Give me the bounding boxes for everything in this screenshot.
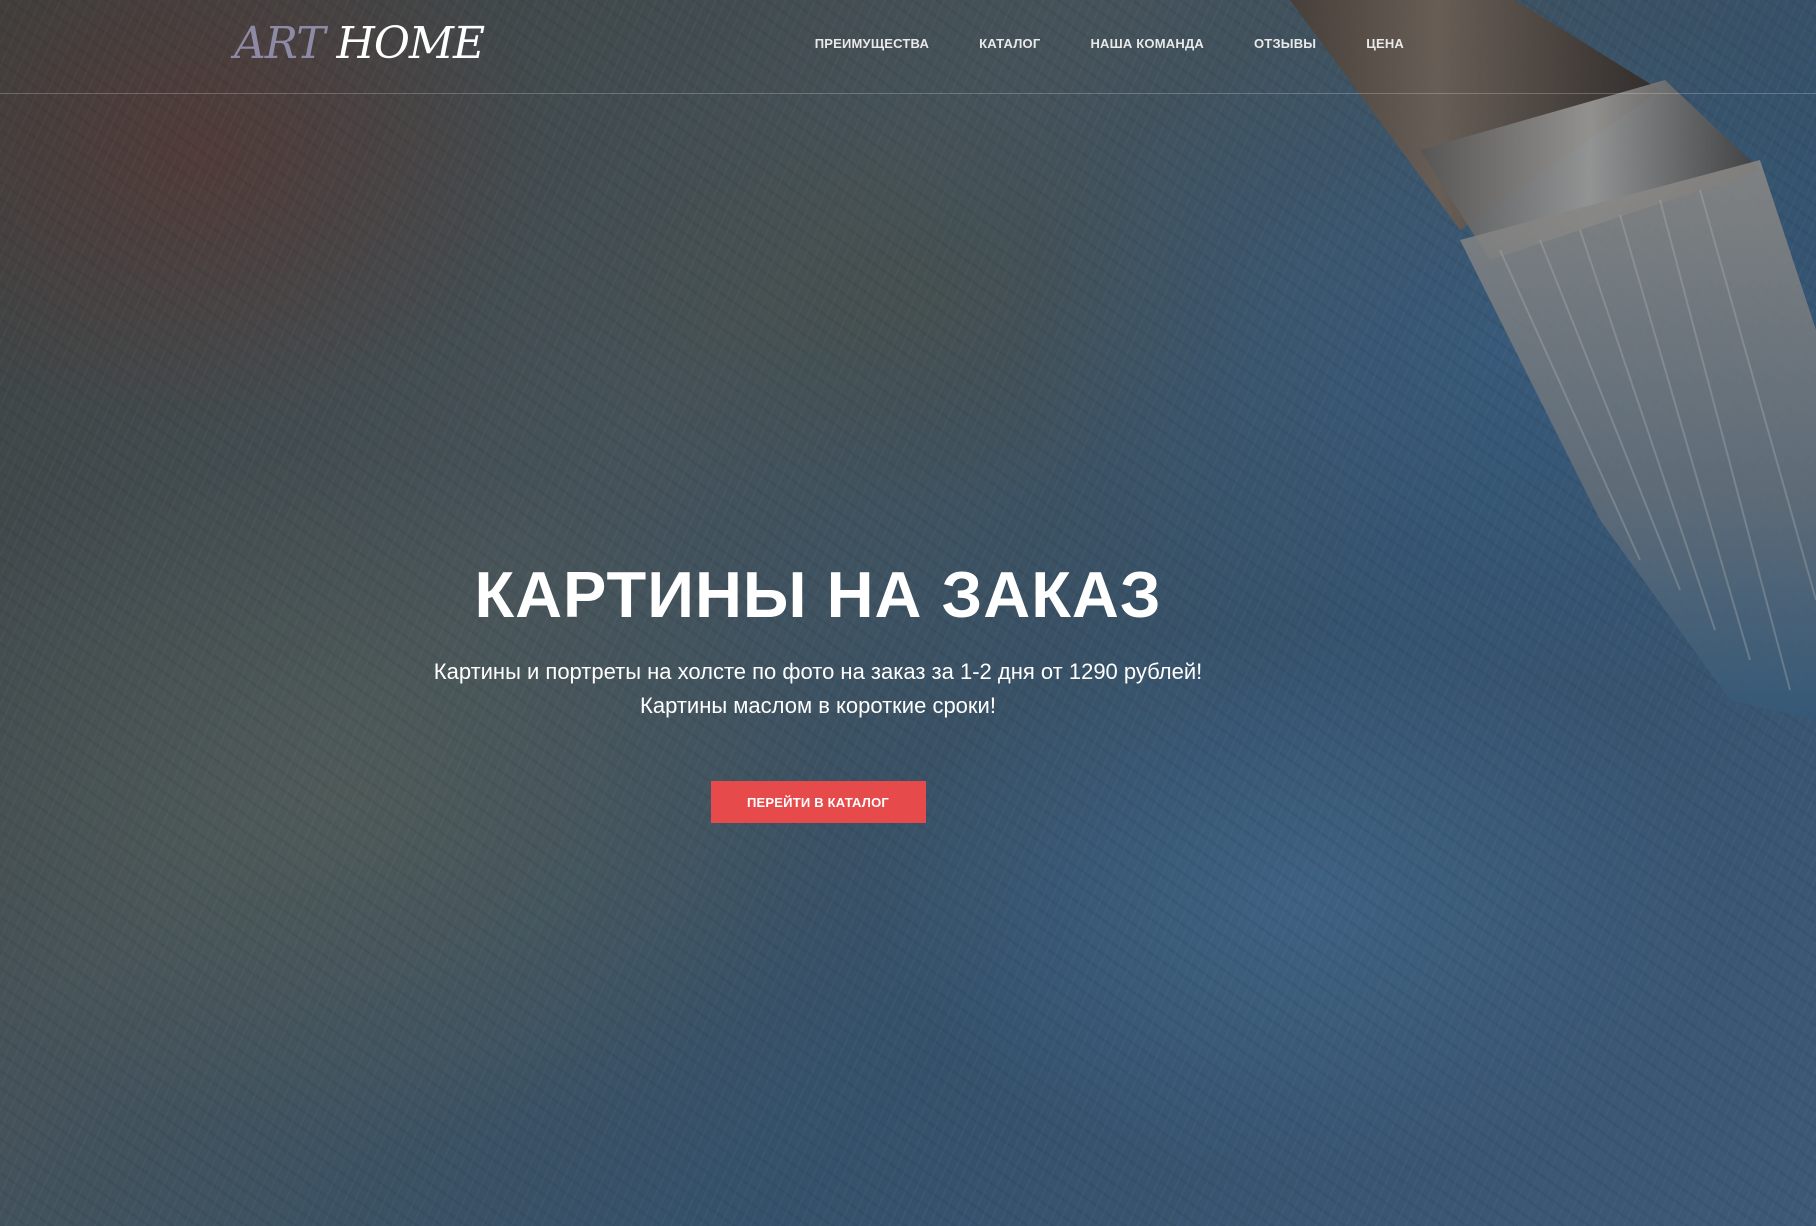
hero-title: КАРТИНЫ НА ЗАКАЗ: [474, 558, 1162, 631]
logo[interactable]: ART HOME: [234, 16, 485, 72]
go-to-catalog-button[interactable]: ПЕРЕЙТИ В КАТАЛОГ: [710, 781, 926, 823]
hero-subtitle-line-2: Картины маслом в короткие сроки!: [640, 693, 996, 718]
top-navigation-bar: ART HOME ПРЕИМУЩЕСТВА КАТАЛОГ НАША КОМАНД…: [0, 0, 1816, 94]
nav-item-advantages[interactable]: ПРЕИМУЩЕСТВА: [815, 36, 929, 51]
hero-subtitle: Картины и портреты на холсте по фото на …: [0, 655, 1636, 723]
logo-art-text: ART: [234, 18, 325, 69]
nav-item-price[interactable]: ЦЕНА: [1366, 36, 1404, 51]
hero-section: ART HOME ПРЕИМУЩЕСТВА КАТАЛОГ НАША КОМАНД…: [0, 0, 1816, 1226]
logo-home-text: HOME: [336, 18, 485, 69]
main-nav: ПРЕИМУЩЕСТВА КАТАЛОГ НАША КОМАНДА ОТЗЫВЫ…: [815, 36, 1404, 51]
hero-content: КАРТИНЫ НА ЗАКАЗ Картины и портреты на х…: [0, 555, 1636, 823]
nav-item-reviews[interactable]: ОТЗЫВЫ: [1254, 36, 1316, 51]
hero-subtitle-line-1: Картины и портреты на холсте по фото на …: [433, 659, 1203, 684]
nav-item-team[interactable]: НАША КОМАНДА: [1090, 36, 1204, 51]
nav-item-catalog[interactable]: КАТАЛОГ: [979, 36, 1040, 51]
